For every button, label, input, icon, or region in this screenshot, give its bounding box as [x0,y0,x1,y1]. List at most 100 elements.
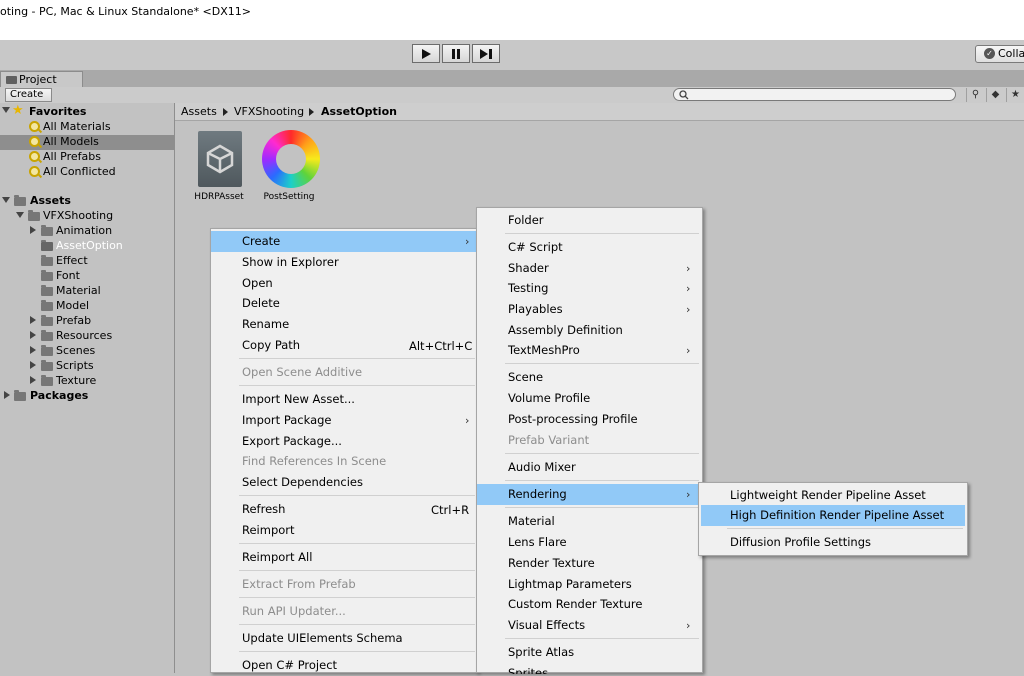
menu-item-volume-profile[interactable]: Volume Profile [477,388,702,409]
menu-item-textmeshpro[interactable]: TextMeshPro [477,340,702,361]
menu-item-shader[interactable]: Shader [477,258,702,279]
menu-item-import-package[interactable]: Import Package [211,410,477,431]
menu-item-sprites[interactable]: Sprites [477,663,702,674]
menu-item-lightweight-rp-asset[interactable]: Lightweight Render Pipeline Asset [699,485,967,506]
menu-item-reimport[interactable]: Reimport [211,520,477,541]
menu-separator [505,453,699,454]
tree-folder-resources[interactable]: Resources [56,328,112,343]
menu-item-extract-from-prefab[interactable]: Extract From Prefab [211,574,477,595]
menu-item-find-references[interactable]: Find References In Scene [211,451,477,472]
menu-item-run-api-updater[interactable]: Run API Updater... [211,601,477,622]
color-wheel-icon[interactable] [262,130,320,188]
search-by-type-icon[interactable]: ⚲ [966,88,984,102]
tag-icon[interactable]: ◆ [986,88,1004,102]
tree-folder-texture[interactable]: Texture [56,373,96,388]
create-dropdown-button[interactable]: Create ▼ [5,88,52,111]
favorite-all-materials[interactable]: All Materials [43,119,111,134]
favorite-all-prefabs[interactable]: All Prefabs [43,149,101,164]
collapsed-arrow-icon[interactable] [30,316,36,324]
menu-item-audio-mixer[interactable]: Audio Mixer [477,457,702,478]
menu-item-playables[interactable]: Playables [477,299,702,320]
tree-folder-assetoption[interactable]: AssetOption [56,238,123,253]
menu-item-prefab-variant[interactable]: Prefab Variant [477,430,702,451]
menu-separator [505,507,699,508]
collapsed-arrow-icon[interactable] [30,346,36,354]
tree-folder-material[interactable]: Material [56,283,101,298]
collab-button[interactable]: ✓ Colla [975,45,1024,63]
folder-icon [41,300,53,311]
submenu-arrow-icon: › [686,619,691,632]
menu-item-assembly-definition[interactable]: Assembly Definition [477,320,702,341]
menu-separator [239,495,475,496]
menu-item-cs-script[interactable]: C# Script [477,237,702,258]
tree-folder-effect[interactable]: Effect [56,253,88,268]
collapsed-arrow-icon[interactable] [30,361,36,369]
collapsed-arrow-icon[interactable] [30,331,36,339]
tree-assets[interactable]: Assets [30,193,71,208]
tree-packages[interactable]: Packages [30,388,88,403]
menu-item-custom-render-texture[interactable]: Custom Render Texture [477,594,702,615]
menu-item-testing[interactable]: Testing [477,278,702,299]
asset-label-hdrpasset: HDRPAsset [194,192,244,202]
menu-item-delete[interactable]: Delete [211,293,477,314]
expand-arrow-icon[interactable] [2,197,10,203]
tree-folder-font[interactable]: Font [56,268,80,283]
breadcrumb-vfxshooting[interactable]: VFXShooting [234,103,304,120]
tree-folder-prefab[interactable]: Prefab [56,313,91,328]
tree-folder-scenes[interactable]: Scenes [56,343,95,358]
star-icon[interactable]: ★ [1006,88,1024,102]
menu-item-sprite-atlas[interactable]: Sprite Atlas [477,642,702,663]
submenu-arrow-icon: › [686,262,691,275]
menu-item-export-package[interactable]: Export Package... [211,431,477,452]
menu-item-render-texture[interactable]: Render Texture [477,553,702,574]
play-button[interactable] [412,44,440,63]
menu-item-rename[interactable]: Rename [211,314,477,335]
breadcrumb-assets[interactable]: Assets [181,103,217,120]
folder-icon [14,390,26,401]
unity-logo-icon[interactable] [198,131,242,187]
menu-item-folder[interactable]: Folder [477,210,702,231]
menu-item-open-scene-additive[interactable]: Open Scene Additive [211,362,477,383]
menu-separator [505,480,699,481]
tree-vfxshooting[interactable]: VFXShooting [43,208,113,223]
collapsed-arrow-icon[interactable] [4,391,10,399]
breadcrumb-assetoption[interactable]: AssetOption [321,103,397,120]
menu-item-select-dependencies[interactable]: Select Dependencies [211,472,477,493]
expand-arrow-icon[interactable] [2,107,10,113]
tree-folder-scripts[interactable]: Scripts [56,358,94,373]
menu-item-update-uielements[interactable]: Update UIElements Schema [211,628,477,649]
menu-item-create[interactable]: Create [211,231,477,252]
tab-project[interactable]: Project [0,71,83,87]
menu-item-rendering[interactable]: Rendering [477,484,702,505]
expand-arrow-icon[interactable] [16,212,24,218]
menu-item-reimport-all[interactable]: Reimport All [211,547,477,568]
window-tab-bar: Project [0,70,1024,87]
collapsed-arrow-icon[interactable] [30,226,36,234]
menu-item-diffusion-profile-settings[interactable]: Diffusion Profile Settings [699,532,967,553]
tree-folder-model[interactable]: Model [56,298,89,313]
menu-item-open[interactable]: Open [211,273,477,294]
menu-item-show-in-explorer[interactable]: Show in Explorer [211,252,477,273]
tree-folder-animation[interactable]: Animation [56,223,112,238]
favorite-all-conflicted[interactable]: All Conflicted [43,164,116,179]
favorite-all-models[interactable]: All Models [43,134,99,149]
pause-button[interactable] [442,44,470,63]
menu-item-visual-effects[interactable]: Visual Effects [477,615,702,636]
search-icon [29,121,40,132]
search-icon [29,151,40,162]
tree-favorites[interactable]: Favorites [29,104,86,119]
step-button[interactable] [472,44,500,63]
folder-icon [41,255,53,266]
menu-item-scene[interactable]: Scene [477,367,702,388]
menu-item-lightmap-parameters[interactable]: Lightmap Parameters [477,574,702,595]
check-circle-icon: ✓ [984,48,995,59]
menu-item-hdrp-asset[interactable]: High Definition Render Pipeline Asset [701,505,965,526]
collapsed-arrow-icon[interactable] [30,376,36,384]
menu-item-material[interactable]: Material [477,511,702,532]
menu-item-lens-flare[interactable]: Lens Flare [477,532,702,553]
search-input[interactable] [673,88,956,101]
create-label: Create [10,89,44,100]
search-icon [29,136,40,147]
menu-item-import-new-asset[interactable]: Import New Asset... [211,389,477,410]
menu-item-post-processing-profile[interactable]: Post-processing Profile [477,409,702,430]
